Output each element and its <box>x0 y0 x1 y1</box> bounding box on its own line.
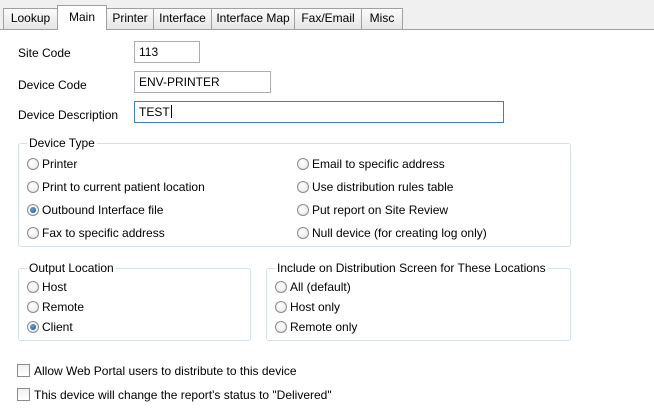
checkbox-box <box>17 364 30 377</box>
device-type-group: Device Type Printer Print to current pat… <box>18 135 571 247</box>
site-code-label: Site Code <box>18 46 71 60</box>
text-caret <box>170 105 172 118</box>
tab-misc[interactable]: Misc <box>361 8 403 29</box>
site-code-field[interactable]: 113 <box>134 41 200 63</box>
device-code-field[interactable]: ENV-PRINTER <box>134 71 271 93</box>
radio-label: Host only <box>290 300 341 314</box>
tab-fax-email[interactable]: Fax/Email <box>294 8 362 29</box>
device-description-label: Device Description <box>18 108 119 122</box>
tab-interface[interactable]: Interface <box>153 8 212 29</box>
radio-label: Host <box>42 280 67 294</box>
radio-label: Remote only <box>290 320 358 334</box>
main-panel: Site Code 113 Device Code ENV-PRINTER De… <box>0 29 654 416</box>
radio-label: Use distribution rules table <box>312 180 454 194</box>
output-location-group: Output Location Host Remote Client <box>18 260 251 341</box>
radio-circle <box>27 301 39 313</box>
device-type-title: Device Type <box>27 135 97 151</box>
radio-circle <box>297 158 309 170</box>
tab-lookup[interactable]: Lookup <box>3 8 58 29</box>
radio-label: Outbound Interface file <box>42 203 164 217</box>
radio-circle <box>27 158 39 170</box>
tab-strip: Lookup Main Printer Interface Interface … <box>0 0 654 30</box>
checkbox-box <box>17 388 30 401</box>
distribution-locations-group: Include on Distribution Screen for These… <box>266 260 571 341</box>
radio-label: All (default) <box>290 280 351 294</box>
radio-label: Null device (for creating log only) <box>312 226 487 240</box>
radio-label: Fax to specific address <box>42 226 165 240</box>
tab-main[interactable]: Main <box>57 5 107 30</box>
checkbox-label: This device will change the report's sta… <box>34 388 332 402</box>
device-description-field[interactable]: TEST <box>134 101 504 123</box>
tab-interface-map[interactable]: Interface Map <box>211 8 295 29</box>
radio-label: Print to current patient location <box>42 180 205 194</box>
radio-circle <box>27 181 39 193</box>
radio-circle <box>297 204 309 216</box>
radio-label: Client <box>42 320 73 334</box>
radio-circle-selected <box>27 204 39 216</box>
radio-circle <box>27 281 39 293</box>
radio-circle <box>275 281 287 293</box>
radio-label: Email to specific address <box>312 157 445 171</box>
radio-circle <box>275 301 287 313</box>
device-code-label: Device Code <box>18 78 87 92</box>
radio-circle <box>297 181 309 193</box>
tab-printer[interactable]: Printer <box>106 8 154 29</box>
radio-circle <box>297 227 309 239</box>
radio-label: Put report on Site Review <box>312 203 449 217</box>
radio-label: Remote <box>42 300 85 314</box>
radio-circle <box>27 227 39 239</box>
radio-circle <box>275 321 287 333</box>
checkbox-label: Allow Web Portal users to distribute to … <box>34 364 297 378</box>
radio-label: Printer <box>42 157 78 171</box>
output-location-title: Output Location <box>27 260 116 276</box>
distribution-locations-title: Include on Distribution Screen for These… <box>275 260 548 276</box>
radio-circle-selected <box>27 321 39 333</box>
device-description-value: TEST <box>139 105 170 119</box>
